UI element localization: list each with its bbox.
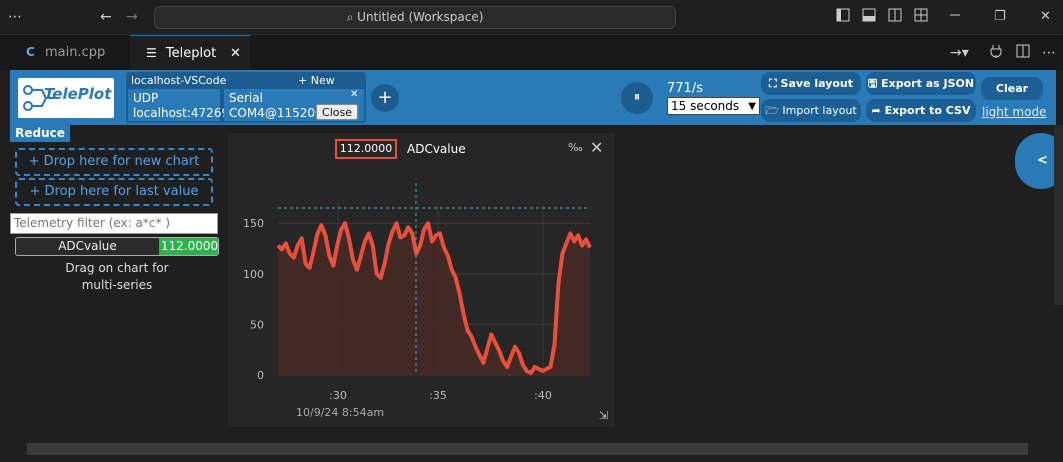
y-tick-label: 100 [243,268,264,281]
open-changes-icon[interactable]: →▾ [950,44,969,62]
save-layout-button[interactable]: ⛶ Save layout [761,72,861,95]
telemetry-filter-input[interactable]: Telemetry filter (ex: a*c* ) [10,213,218,234]
drop-zone-last-value[interactable]: + Drop here for last value [15,178,213,206]
vertical-scrollbar[interactable] [1054,125,1063,305]
horizontal-scrollbar[interactable] [27,443,1028,455]
drop-zone-new-chart[interactable]: + Drop here for new chart [15,148,213,176]
folder-icon: 🗁 [765,104,779,117]
time-window-select[interactable]: 15 seconds ▼ [667,97,760,115]
floppy-icon: 🖫 [867,77,878,90]
toggle-panel-icon[interactable] [862,8,876,27]
serial-close-button[interactable]: Close [316,104,358,120]
udp-box: UDP localhost:47269 [128,89,229,121]
save-layout-label: Save layout [780,77,854,90]
tab-teleplot[interactable]: ☰ Teleplot ✕ [130,35,250,70]
teleplot-header: TelePlot localhost-VSCode + New Serial U… [10,70,1056,125]
adc-chart[interactable]: 0 50 100 150 :30 :35 :40 [228,133,614,427]
forward-arrow-icon[interactable]: → [126,8,138,26]
plug-icon[interactable] [990,44,1002,63]
tab-label: Teleplot [165,46,217,61]
editor-tab-bar: C main.cpp ☰ Teleplot ✕ →▾ ⋯ [0,35,1063,70]
add-connection-button[interactable]: + [371,84,399,112]
close-window-icon[interactable]: ✕ [1040,8,1051,26]
x-tick-label: :30 [329,389,347,402]
drag-hint: Drag on chart for multi-series [15,260,219,294]
udp-address: localhost:47269 [133,106,230,120]
drag-hint-line2: multi-series [81,278,153,292]
chart-date-label: 10/9/24 8:54am [296,406,385,419]
rate-label: 771/s [667,81,703,96]
c-lang-icon: C [26,45,35,59]
tab-main-cpp[interactable]: C main.cpp [10,35,130,70]
y-tick-label: 0 [257,369,264,382]
preview-icon: ☰ [146,46,157,60]
variable-item[interactable]: ADCvalue 112.0000 [15,237,219,256]
udp-label: UDP [133,91,159,105]
restore-icon[interactable]: ❐ [994,8,1006,26]
serial-label: Serial [229,91,263,105]
logo-text: TelePlot [44,85,112,103]
split-editor-icon[interactable] [1016,44,1030,63]
import-layout-label: Import layout [782,104,857,117]
serial-close-icon[interactable]: ✕ [350,89,358,100]
close-tab-icon[interactable]: ✕ [230,36,241,71]
minimize-icon[interactable] [948,8,962,27]
back-arrow-icon[interactable]: ← [100,8,112,26]
toggle-secondary-sidebar-icon[interactable] [888,8,902,27]
export-json-label: Export as JSON [881,77,975,90]
workspace-title: Untitled (Workspace) [357,10,484,24]
connection-box: localhost-VSCode + New Serial UDP localh… [126,72,366,123]
x-tick-label: :40 [534,389,552,402]
export-csv-label: Export to CSV [884,104,971,117]
import-layout-button[interactable]: 🗁 Import layout [761,99,861,122]
variable-value: 112.0000 [159,238,219,255]
host-label: localhost-VSCode [131,74,227,87]
serial-box: Serial ✕ COM4@115200 Close [224,89,364,121]
time-window-value: 15 seconds [671,99,740,113]
command-center-search[interactable]: ⌕ Untitled (Workspace) [154,6,676,29]
toggle-primary-sidebar-icon[interactable] [836,8,850,27]
tab-label: main.cpp [44,45,106,60]
y-tick-label: 150 [243,217,264,230]
share-icon: ➦ [871,104,881,117]
teleplot-logo: TelePlot [18,78,114,118]
search-icon: ⌕ [346,10,354,24]
serial-port: COM4@115200 [229,106,323,120]
y-tick-label: 50 [250,318,264,331]
export-csv-button[interactable]: ➦ Export to CSV [866,99,976,122]
clear-button[interactable]: Clear [981,77,1043,100]
menu-icon[interactable]: ⋯ [8,8,22,26]
title-bar: ⋯ ← → ⌕ Untitled (Workspace) ❐ ✕ [0,0,1063,35]
light-mode-link[interactable]: light mode [982,105,1046,119]
reduce-button[interactable]: Reduce [10,125,70,142]
resize-handle-icon[interactable]: ⇲ [599,409,608,422]
export-json-button[interactable]: 🖫 Export as JSON [866,72,976,95]
chevron-down-icon: ▼ [748,101,756,112]
more-actions-icon[interactable]: ⋯ [1042,44,1056,62]
drag-hint-line1: Drag on chart for [65,261,169,275]
chart-panel[interactable]: 112.0000 ADCvalue ‰ ✕ 0 50 100 150:30:35:40… [228,133,614,427]
x-tick-label: :35 [429,389,447,402]
pause-button[interactable]: ⏸ [621,82,653,114]
variable-name: ADCvalue [16,238,159,255]
save-icon: ⛶ [768,77,777,90]
customize-layout-icon[interactable] [914,8,928,27]
